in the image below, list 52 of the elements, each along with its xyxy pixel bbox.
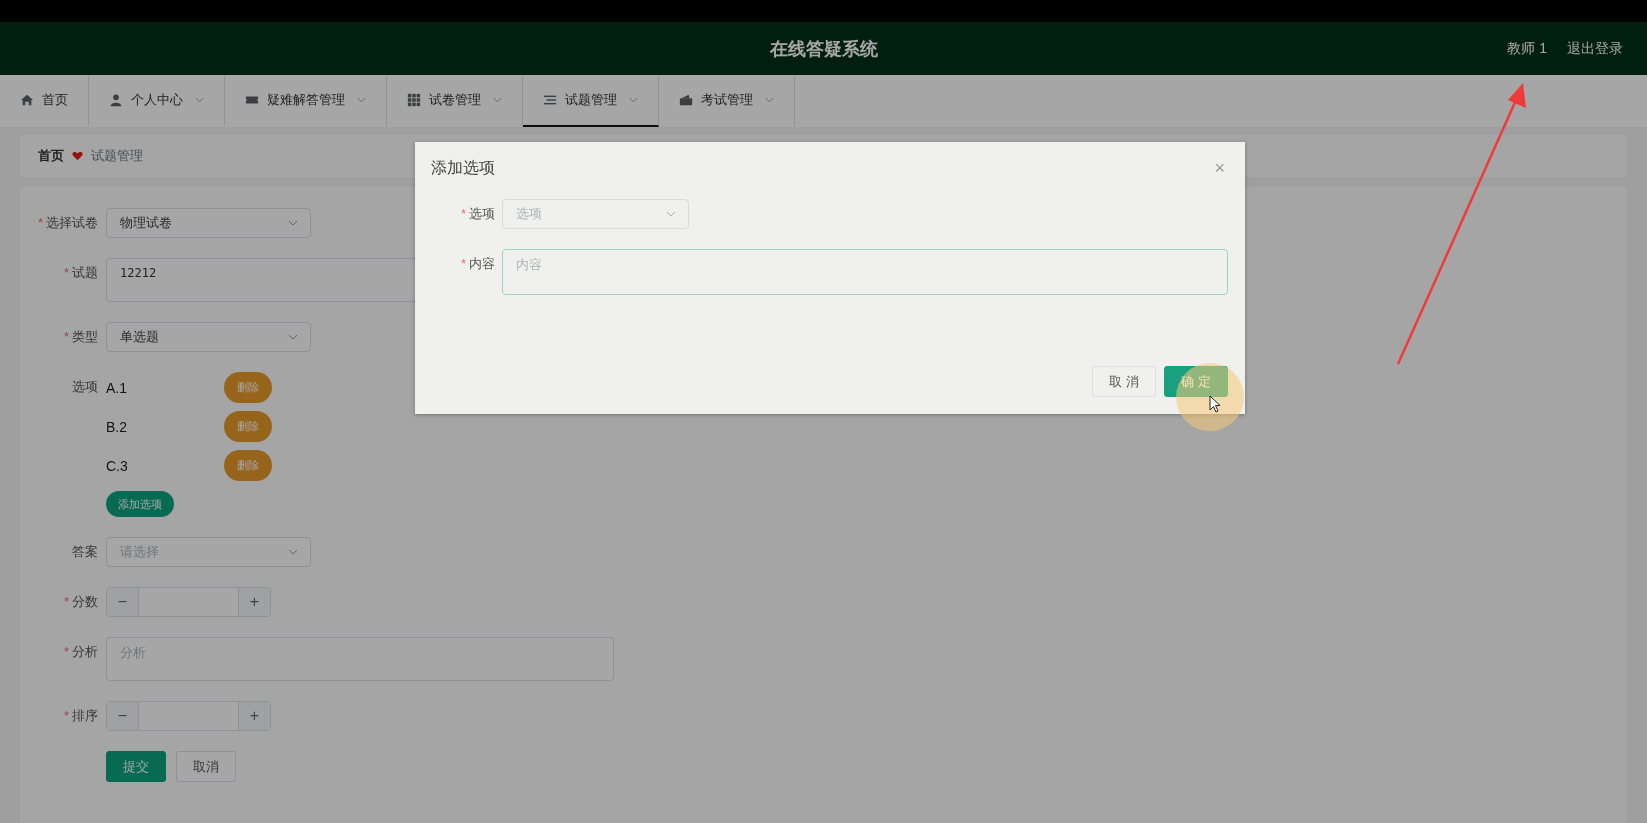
nav-tab[interactable]: 考试管理 — [659, 75, 795, 127]
decrement-button[interactable]: − — [107, 702, 139, 730]
nav-tab[interactable]: 首页 — [0, 75, 89, 127]
dialog-title: 添加选项 — [431, 158, 495, 178]
user-name: 教师 1 — [1507, 39, 1547, 58]
delete-button[interactable]: 删除 — [224, 372, 272, 403]
home-icon — [20, 93, 34, 107]
chevron-down-icon — [288, 334, 298, 340]
field-label: * 分数 — [62, 593, 99, 611]
close-button[interactable]: × — [1214, 158, 1225, 179]
nav-tab[interactable]: 个人中心 — [89, 75, 225, 127]
user-icon — [109, 93, 123, 107]
field-label: * 选项 — [459, 205, 496, 223]
wallet-icon — [679, 93, 693, 107]
option-text: B.2 — [106, 418, 128, 435]
submit-button[interactable]: 提交 — [106, 751, 166, 782]
nav-tab[interactable]: 试卷管理 — [387, 75, 523, 127]
chevron-down-icon — [288, 220, 298, 226]
chevron-down-icon — [288, 549, 298, 555]
grid-icon — [407, 93, 421, 107]
cancel-button[interactable]: 取 消 — [1092, 366, 1156, 397]
field-label: 选项 — [71, 378, 99, 396]
increment-button[interactable]: + — [238, 702, 270, 730]
number-input[interactable]: − + — [106, 587, 271, 617]
decrement-button[interactable]: − — [107, 588, 139, 616]
breadcrumb-item[interactable]: 首页 — [38, 147, 64, 165]
field-label: 答案 — [71, 543, 99, 561]
select-field[interactable]: 单选题 — [106, 322, 311, 352]
logout-link[interactable]: 退出登录 — [1567, 39, 1623, 58]
add-option-button[interactable]: 添加选项 — [106, 491, 174, 517]
number-input[interactable]: − + — [106, 701, 271, 731]
nav-tab[interactable]: 疑难解答管理 — [225, 75, 387, 127]
field-label: * 内容 — [459, 255, 496, 273]
select-field[interactable]: 物理试卷 — [106, 208, 311, 238]
delete-button[interactable]: 删除 — [224, 450, 272, 481]
field-label: * 类型 — [62, 328, 99, 346]
nav-tab[interactable]: 试题管理 — [523, 75, 659, 127]
option-text: A.1 — [106, 379, 128, 396]
option-text: C.3 — [106, 457, 129, 474]
cancel-button[interactable]: 取消 — [176, 751, 236, 782]
heart-icon — [72, 151, 83, 161]
field-label: * 试题 — [62, 264, 99, 282]
increment-button[interactable]: + — [238, 588, 270, 616]
app-title: 在线答疑系统 — [769, 37, 878, 61]
field-label: * 分析 — [62, 643, 99, 661]
field-label: * 选择试卷 — [36, 214, 99, 232]
chevron-down-icon — [666, 211, 676, 217]
breadcrumb-item: 试题管理 — [91, 147, 143, 165]
list-icon — [543, 93, 557, 107]
field-label: * 排序 — [62, 707, 99, 725]
delete-button[interactable]: 删除 — [224, 411, 272, 442]
cursor-icon — [1209, 395, 1221, 413]
